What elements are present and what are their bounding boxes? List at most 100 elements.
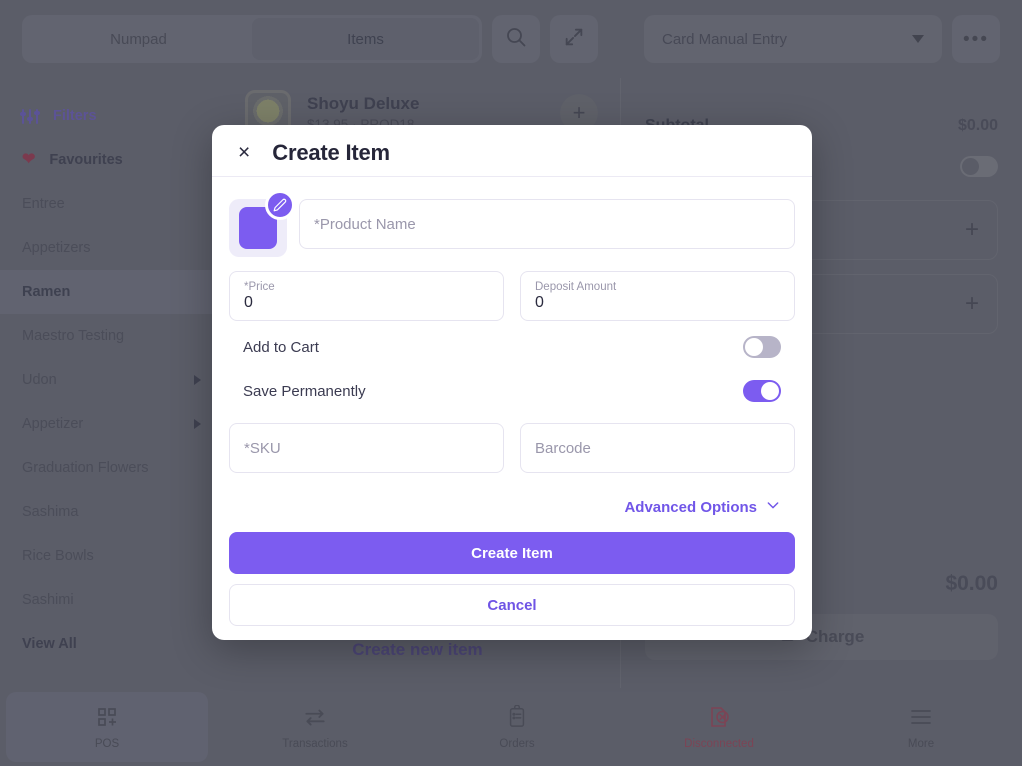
save-permanently-toggle[interactable] [743, 380, 781, 402]
nav-item-disconnected[interactable]: Disconnected [618, 692, 820, 762]
sidebar-label: Sashimi [22, 592, 74, 608]
product-name-placeholder: *Product Name [314, 215, 416, 233]
barcode-placeholder: Barcode [535, 439, 591, 457]
sku-barcode-row: *SKU Barcode [229, 423, 795, 473]
sidebar-item-view-all[interactable]: View All [0, 622, 215, 666]
modal-body: *Product Name *Price 0 Deposit Amount 0 … [212, 177, 812, 526]
sidebar-item-appetizers[interactable]: Appetizers [0, 226, 215, 270]
charge-label: Charge [805, 627, 865, 646]
create-new-item-link[interactable]: Create new item [215, 640, 620, 660]
heart-icon: ❤ [22, 151, 36, 168]
product-name-field[interactable]: *Product Name [299, 199, 795, 249]
plus-icon: + [572, 100, 586, 125]
sidebar-item-udon[interactable]: Udon [0, 358, 215, 402]
deposit-amount-field[interactable]: Deposit Amount 0 [520, 271, 795, 321]
sidebar-label: Appetizers [22, 240, 91, 256]
orders-icon [506, 704, 528, 730]
cart-toggle[interactable] [960, 155, 998, 177]
sku-field[interactable]: *SKU [229, 423, 504, 473]
sidebar-label: Rice Bowls [22, 548, 94, 564]
sidebar-label: Graduation Flowers [22, 460, 149, 476]
ellipsis-icon: ••• [963, 28, 989, 50]
tab-numpad[interactable]: Numpad [25, 18, 252, 60]
sidebar-label: Udon [22, 372, 57, 388]
price-field[interactable]: *Price 0 [229, 271, 504, 321]
pencil-icon[interactable] [265, 190, 295, 220]
image-and-name-row: *Product Name [229, 190, 795, 257]
price-deposit-row: *Price 0 Deposit Amount 0 [229, 271, 795, 321]
nav-item-pos[interactable]: POS [6, 692, 208, 762]
payment-method-label: Card Manual Entry [662, 30, 788, 48]
sidebar-item-rice-bowls[interactable]: Rice Bowls [0, 534, 215, 578]
transactions-icon [302, 704, 328, 730]
filters-icon [20, 108, 40, 124]
top-bar-right: Card Manual Entry ••• [620, 0, 1022, 78]
total-value: $0.00 [945, 572, 998, 595]
sidebar-favourites-label: Favourites [49, 152, 123, 168]
tab-items[interactable]: Items [252, 18, 479, 60]
create-item-button[interactable]: Create Item [229, 532, 795, 574]
add-to-cart-toggle[interactable] [743, 336, 781, 358]
sidebar-label: Ramen [22, 284, 71, 300]
cancel-button[interactable]: Cancel [229, 584, 795, 626]
close-icon[interactable]: × [238, 142, 250, 163]
product-image-picker[interactable] [229, 190, 295, 257]
sidebar-label: Entree [22, 196, 65, 212]
price-label: *Price [244, 280, 275, 293]
more-icon [908, 704, 934, 730]
app-root: Numpad Items Card Manual Entry ••• Filte… [0, 0, 1022, 766]
category-sidebar: Filters ❤ Favourites Entree Appetizers R… [0, 78, 215, 688]
sidebar-item-graduation-flowers[interactable]: Graduation Flowers [0, 446, 215, 490]
modal-header: × Create Item [212, 129, 812, 177]
expand-icon [563, 26, 585, 53]
sidebar-view-all-label: View All [22, 636, 77, 652]
subtotal-value: $0.00 [957, 117, 998, 134]
chevron-down-icon [912, 35, 924, 43]
chevron-right-icon [194, 419, 201, 429]
sidebar-item-favourites[interactable]: ❤ Favourites [0, 138, 215, 182]
nav-label: Transactions [282, 738, 348, 750]
modal-footer: Create Item Cancel [212, 526, 812, 640]
sidebar-label: Maestro Testing [22, 328, 125, 344]
top-bar: Numpad Items Card Manual Entry ••• [0, 0, 1022, 78]
nav-item-transactions[interactable]: Transactions [214, 692, 416, 762]
mode-segmented-control: Numpad Items [22, 15, 482, 63]
nav-item-more[interactable]: More [820, 692, 1022, 762]
plus-icon: + [964, 290, 979, 317]
add-to-cart-label: Add to Cart [243, 338, 319, 356]
deposit-value: 0 [535, 293, 544, 311]
bottom-navigation: POS Transactions Orders Disconnected Mor… [0, 688, 1022, 766]
sidebar-item-entree[interactable]: Entree [0, 182, 215, 226]
advanced-options-toggle[interactable]: Advanced Options [229, 497, 795, 517]
payment-method-dropdown[interactable]: Card Manual Entry [644, 15, 942, 63]
more-options-button[interactable]: ••• [952, 15, 1000, 63]
sidebar-item-ramen[interactable]: Ramen [0, 270, 215, 314]
chevron-right-icon [194, 375, 201, 385]
nav-label: Disconnected [684, 738, 754, 750]
nav-label: More [907, 738, 935, 750]
nav-label: POS [94, 738, 120, 750]
add-to-cart-row: Add to Cart [229, 329, 795, 365]
save-permanently-label: Save Permanently [243, 382, 366, 400]
barcode-field[interactable]: Barcode [520, 423, 795, 473]
nav-item-orders[interactable]: Orders [416, 692, 618, 762]
sidebar-item-maestro-testing[interactable]: Maestro Testing [0, 314, 215, 358]
plus-icon: + [964, 216, 979, 243]
save-permanently-row: Save Permanently [229, 373, 795, 409]
top-bar-left: Numpad Items [0, 0, 620, 78]
search-button[interactable] [492, 15, 540, 63]
sidebar-label: Sashima [22, 504, 79, 520]
sidebar-item-sashimi[interactable]: Sashimi [0, 578, 215, 622]
sidebar-item-sashima[interactable]: Sashima [0, 490, 215, 534]
sidebar-item-appetizer[interactable]: Appetizer [0, 402, 215, 446]
create-item-modal: × Create Item *Product Name *Price 0 Dep… [212, 125, 812, 640]
pos-icon [95, 704, 119, 730]
sidebar-label: Appetizer [22, 416, 84, 432]
sidebar-item-filters[interactable]: Filters [0, 94, 215, 138]
search-icon [504, 25, 528, 54]
sidebar-filters-label: Filters [53, 108, 97, 124]
product-name: Shoyu Deluxe [307, 94, 420, 113]
deposit-label: Deposit Amount [535, 280, 617, 293]
disconnected-icon [707, 704, 731, 730]
expand-button[interactable] [550, 15, 598, 63]
